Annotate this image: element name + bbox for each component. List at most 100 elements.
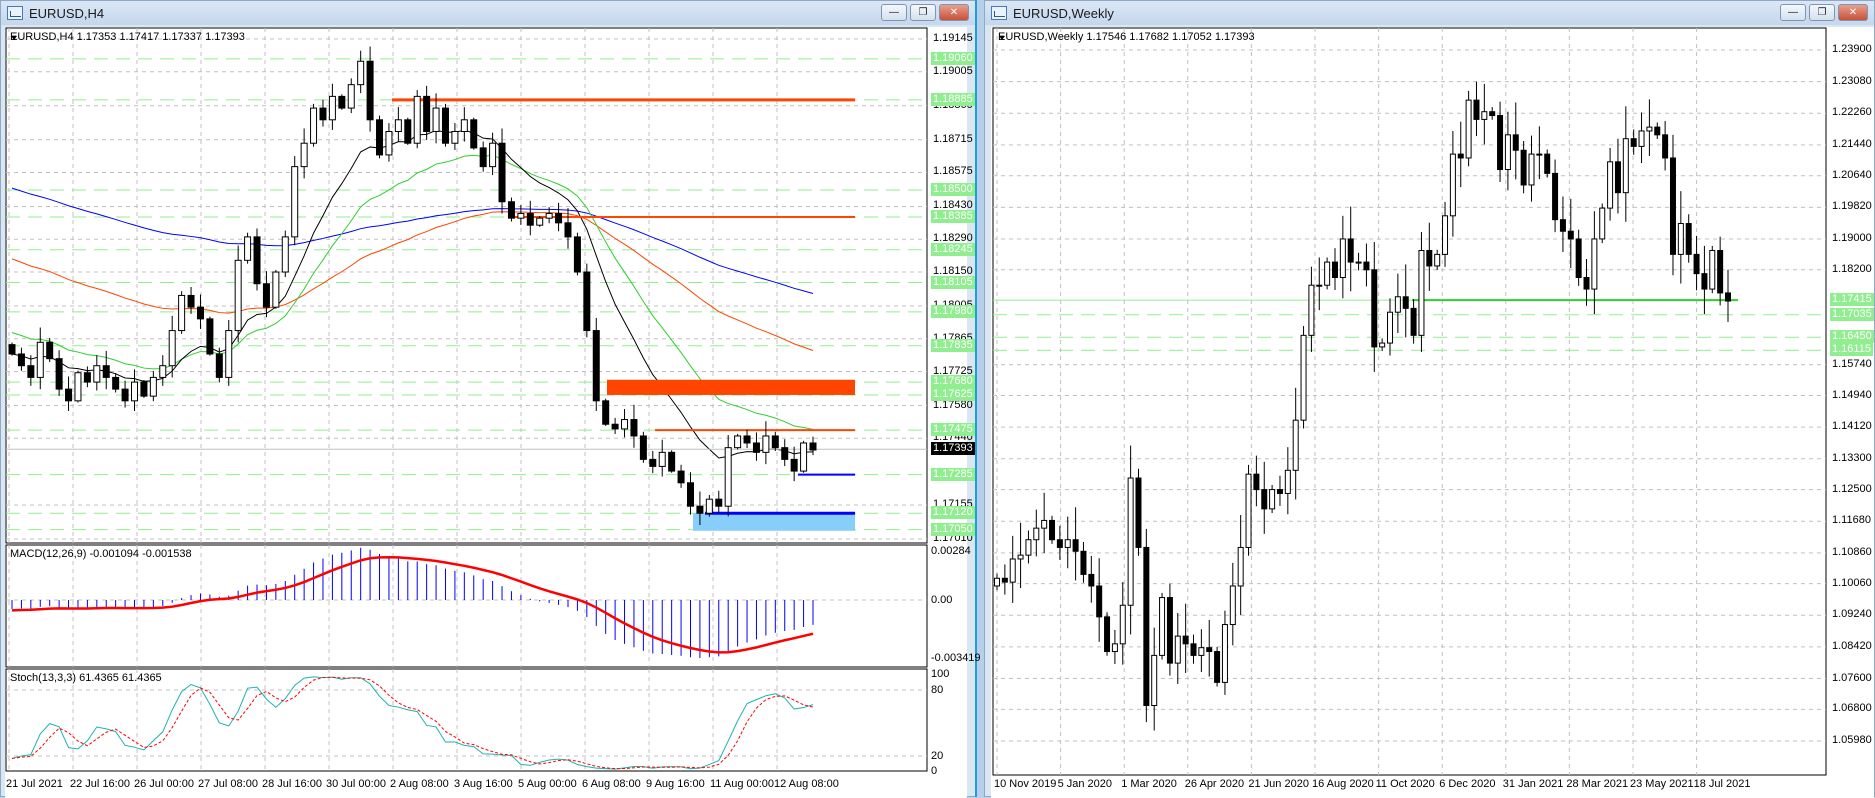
candle-bearish — [1630, 138, 1637, 147]
candle-bullish — [1269, 489, 1276, 510]
price-label: 1.20640 — [1832, 168, 1872, 181]
time-label: 10 Nov 2019 — [994, 778, 1057, 790]
price-label: 1.08420 — [1832, 639, 1872, 652]
candle-bearish — [781, 447, 789, 460]
current-price-label: 1.17393 — [931, 442, 975, 456]
candle-bearish — [1614, 161, 1621, 194]
candle-bullish — [1009, 558, 1016, 583]
candle-bearish — [140, 381, 148, 397]
candle-bearish — [1331, 261, 1338, 279]
candle-bullish — [658, 451, 666, 467]
candle-bearish — [215, 353, 223, 378]
price-label: 1.19145 — [933, 32, 973, 44]
candle-bullish — [724, 447, 732, 507]
candle-bearish — [17, 353, 25, 367]
candle-bullish — [300, 142, 308, 168]
candle-bullish — [517, 212, 525, 219]
candle-bearish — [1080, 550, 1087, 575]
candle-bearish — [55, 358, 63, 390]
price-label: 1.13300 — [1832, 451, 1872, 464]
time-label: 27 Jul 08:00 — [198, 778, 258, 790]
candle-bullish — [385, 131, 393, 156]
candle-bearish — [1104, 616, 1111, 653]
candle-bullish — [536, 217, 544, 226]
level-price-label: 1.18245 — [931, 242, 975, 256]
candle-bullish — [1308, 284, 1315, 336]
candle-bearish — [187, 294, 195, 308]
level-price-label: 1.18385 — [931, 209, 975, 223]
time-label: 2 Aug 08:00 — [390, 778, 449, 790]
time-label: 28 Jul 16:00 — [262, 778, 322, 790]
level-price-label: 1.17285 — [931, 467, 975, 481]
candle-bearish — [1402, 296, 1409, 309]
candle-bearish — [65, 388, 73, 402]
level-price-label: 1.17680 — [931, 375, 975, 389]
candle-bullish — [1709, 250, 1716, 290]
candle-bearish — [46, 341, 54, 360]
candle-bullish — [1174, 635, 1181, 664]
price-label: 1.06800 — [1832, 702, 1872, 715]
candle-bearish — [27, 365, 35, 378]
candle-bearish — [121, 388, 129, 402]
candle-bearish — [507, 201, 515, 219]
candle-bullish — [1481, 111, 1488, 120]
candle-bearish — [639, 435, 647, 460]
level-price-label: 1.19060 — [931, 51, 975, 65]
candle-bearish — [1552, 172, 1559, 221]
candle-bearish — [1253, 473, 1260, 491]
candle-bullish — [1198, 647, 1205, 656]
candle-bearish — [1567, 230, 1574, 240]
time-label: 11 Aug 00:00 — [710, 778, 775, 790]
candle-bearish — [1214, 651, 1221, 683]
candle-bearish — [441, 107, 449, 144]
candle-bearish — [470, 119, 478, 149]
candle-bearish — [583, 271, 591, 332]
candle-bullish — [1300, 334, 1307, 421]
candle-bearish — [1473, 99, 1480, 120]
price-label: 1.23900 — [1832, 43, 1872, 55]
candle-bearish — [1512, 134, 1519, 151]
candle-bearish — [1497, 115, 1504, 171]
candle-bullish — [1339, 238, 1346, 279]
price-label: 1.19820 — [1832, 200, 1872, 213]
candle-bullish — [178, 294, 186, 332]
candle-bullish — [705, 498, 713, 514]
time-label: 21 Jun 2020 — [1248, 778, 1309, 790]
candle-bearish — [592, 330, 600, 402]
stoch-label: Stoch(13,3,3) 61.4365 61.4365 — [10, 672, 162, 684]
candle-bearish — [376, 119, 384, 156]
candle-bullish — [281, 236, 289, 273]
candle-bearish — [319, 107, 327, 121]
price-label: 1.19000 — [1832, 231, 1872, 244]
candle-bearish — [677, 470, 685, 484]
macd-scale-zero: 0.00 — [931, 594, 953, 606]
candle-bearish — [771, 435, 779, 449]
time-label: 22 Jul 16:00 — [70, 778, 130, 790]
time-label: 18 Jul 2021 — [1693, 778, 1751, 790]
candle-bullish — [225, 330, 233, 378]
candle-bearish — [262, 283, 270, 308]
macd-scale-top: 0.00284 — [931, 545, 971, 557]
candle-bullish — [1434, 253, 1441, 267]
candle-bullish — [168, 330, 176, 367]
level-price-label: 1.17835 — [931, 338, 975, 352]
candle-bullish — [1151, 654, 1158, 707]
candle-bearish — [1410, 307, 1417, 336]
time-label: 6 Dec 2020 — [1439, 778, 1496, 790]
time-label: 23 May 2021 — [1630, 778, 1694, 790]
candle-bullish — [1465, 99, 1472, 159]
candle-bearish — [1725, 292, 1731, 302]
candle-bearish — [1088, 573, 1095, 587]
macd-scale-bottom: -0.003419 — [931, 652, 981, 664]
candle-bullish — [621, 419, 629, 430]
candle-bearish — [1575, 238, 1582, 279]
candle-bullish — [394, 119, 402, 133]
candle-bearish — [1654, 126, 1661, 136]
time-label: 1 Mar 2020 — [1121, 778, 1177, 790]
price-label: 1.12500 — [1832, 482, 1872, 495]
candle-bullish — [1442, 215, 1449, 255]
candle-bullish — [310, 107, 318, 144]
candle-bearish — [1544, 153, 1551, 174]
candle-bullish — [1504, 134, 1511, 171]
level-price-label: 1.17050 — [931, 522, 975, 536]
